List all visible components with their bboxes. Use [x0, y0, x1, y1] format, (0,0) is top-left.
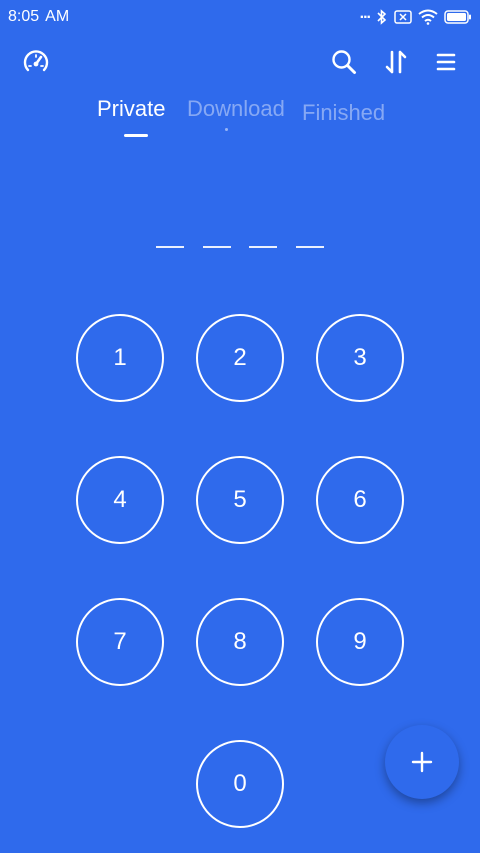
tab-download[interactable]: Download [187, 96, 285, 122]
key-6[interactable]: 6 [316, 456, 404, 544]
status-ampm: AM [45, 8, 70, 25]
pin-input [0, 246, 480, 252]
key-3[interactable]: 3 [316, 314, 404, 402]
tab-dot [225, 128, 228, 131]
wifi-icon [418, 9, 438, 25]
key-2[interactable]: 2 [196, 314, 284, 402]
status-time-group: 8:05 AM [8, 8, 69, 26]
tab-bar: Private Download Finished [0, 96, 480, 142]
plus-glyph [411, 751, 433, 773]
status-icons: ... [359, 5, 472, 26]
pin-slot-4 [296, 246, 324, 248]
tab-finished[interactable]: Finished [302, 100, 385, 126]
key-0[interactable]: 0 [196, 740, 284, 828]
pin-slot-2 [203, 246, 231, 248]
bluetooth-icon [376, 9, 388, 25]
tab-private[interactable]: Private [97, 96, 165, 122]
sim-off-icon [394, 10, 412, 24]
status-bar: 8:05 AM ... [0, 0, 480, 34]
search-icon[interactable] [328, 46, 360, 78]
key-8[interactable]: 8 [196, 598, 284, 686]
toolbar [0, 40, 480, 84]
notification-more: ... [359, 5, 371, 22]
speedometer-icon[interactable] [20, 46, 52, 78]
pin-slot-1 [156, 246, 184, 248]
key-9[interactable]: 9 [316, 598, 404, 686]
status-time: 8:05 [8, 8, 40, 25]
pin-slot-3 [249, 246, 277, 248]
key-4[interactable]: 4 [76, 456, 164, 544]
key-7[interactable]: 7 [76, 598, 164, 686]
key-5[interactable]: 5 [196, 456, 284, 544]
tab-active-indicator [124, 134, 148, 137]
sort-icon[interactable] [380, 46, 412, 78]
key-1[interactable]: 1 [76, 314, 164, 402]
battery-icon [444, 10, 472, 24]
add-button[interactable]: + [385, 725, 459, 799]
menu-icon[interactable] [430, 46, 462, 78]
